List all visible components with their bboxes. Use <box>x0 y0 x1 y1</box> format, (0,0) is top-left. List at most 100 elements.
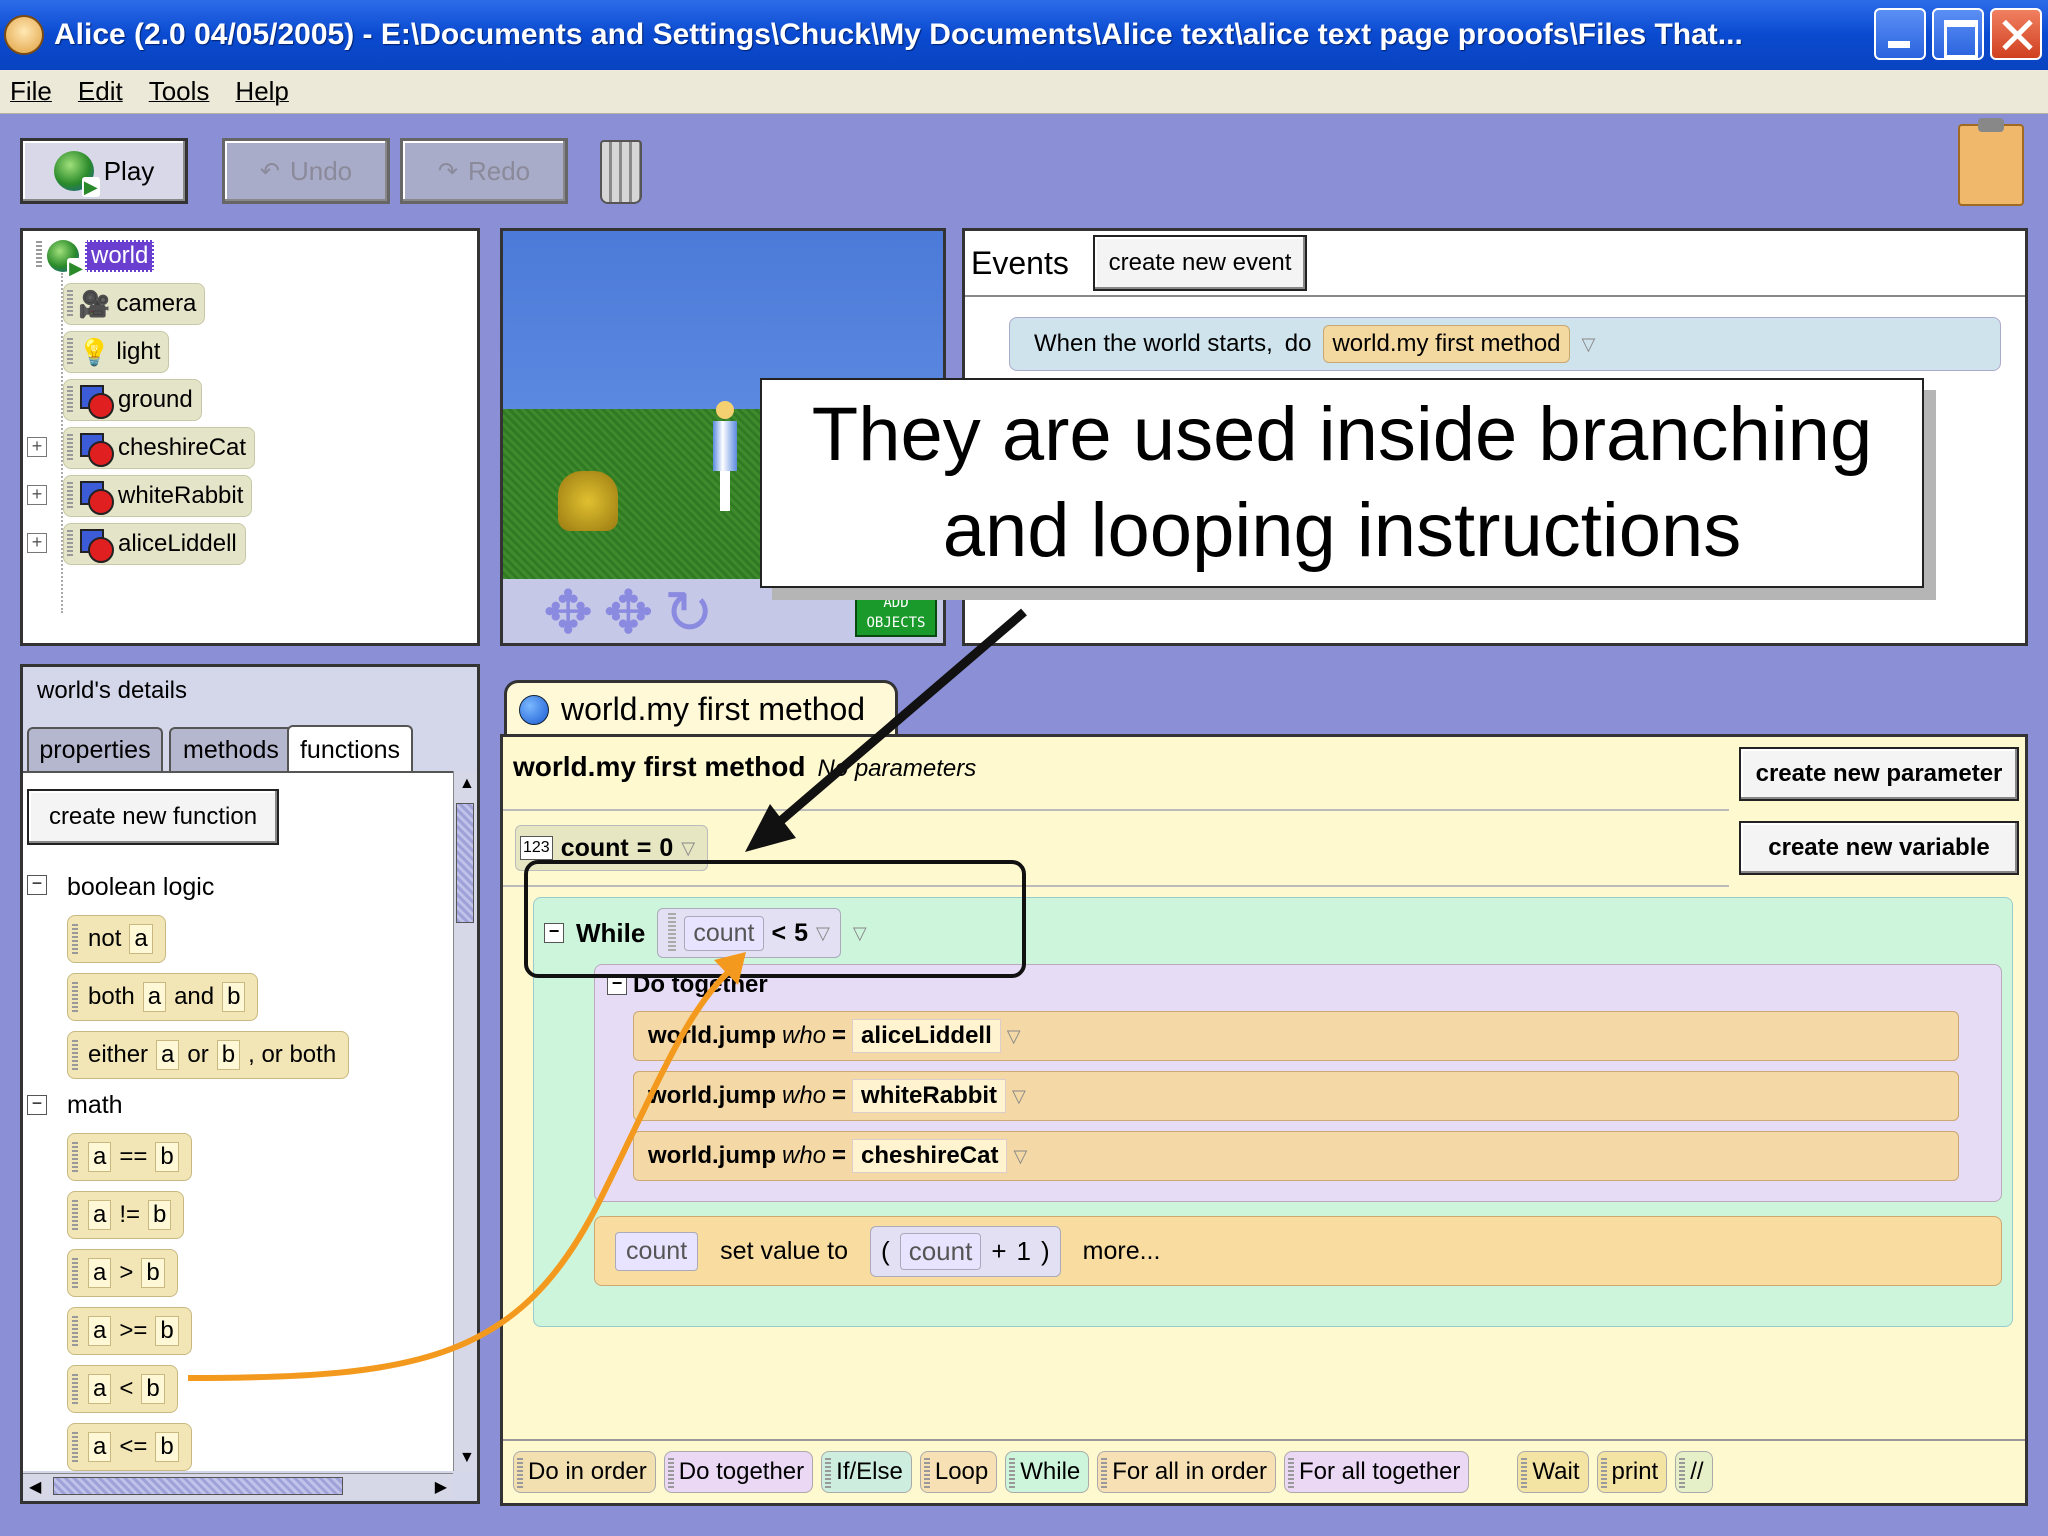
category-math[interactable]: math <box>67 1091 123 1120</box>
set-value-statement[interactable]: count set value to ( count + 1 ) more... <box>594 1216 2002 1286</box>
function-both-and[interactable]: both a and b <box>67 973 259 1021</box>
expression-number[interactable]: 1 <box>1017 1236 1031 1267</box>
functions-horizontal-scrollbar[interactable]: ◀ ▶ <box>23 1473 453 1499</box>
scrollbar-thumb[interactable] <box>53 1477 343 1495</box>
menu-tools[interactable]: Tools <box>149 76 210 107</box>
control-do-together[interactable]: Do together <box>663 1451 814 1493</box>
functions-list: create new function − boolean logic not … <box>23 771 453 1471</box>
tree-item-cheshirecat[interactable]: cheshireCat <box>63 427 256 469</box>
camera-nav-arrows[interactable]: ✥ ✥ ↻ <box>543 583 714 643</box>
expand-cheshirecat-icon[interactable]: + <box>27 437 47 457</box>
control-wait[interactable]: Wait <box>1517 1451 1589 1493</box>
jump-target[interactable]: whiteRabbit <box>852 1079 1007 1113</box>
function-either-or[interactable]: either a or b , or both <box>67 1031 350 1079</box>
function-not-equals[interactable]: a != b <box>67 1191 185 1239</box>
annotation-callout: They are used inside branching and loopi… <box>760 378 1924 588</box>
jump-statement[interactable]: world.jump who = aliceLiddell ▽ <box>633 1011 1959 1061</box>
create-new-event-button[interactable]: create new event <box>1093 235 1307 291</box>
divider <box>965 295 2025 297</box>
control-loop[interactable]: Loop <box>919 1451 998 1493</box>
scroll-left-icon[interactable]: ◀ <box>29 1477 41 1497</box>
window-title: Alice (2.0 04/05/2005) - E:\Documents an… <box>54 18 1743 51</box>
chevron-down-icon[interactable]: ▽ <box>1582 334 1596 355</box>
function-greater-or-equal[interactable]: a >= b <box>67 1307 192 1355</box>
control-if-else[interactable]: If/Else <box>821 1451 912 1493</box>
control-print[interactable]: print <box>1596 1451 1668 1493</box>
expression-variable[interactable]: count <box>899 1232 982 1270</box>
create-new-parameter-button[interactable]: create new parameter <box>1739 747 2019 801</box>
chevron-down-icon[interactable]: ▽ <box>681 838 695 859</box>
rotate-arrows-icon[interactable]: ↻ <box>664 583 714 643</box>
trash-icon[interactable] <box>600 140 642 204</box>
jump-target[interactable]: aliceLiddell <box>852 1019 1001 1053</box>
variable-value[interactable]: 0 <box>659 834 673 863</box>
chevron-down-icon[interactable]: ▽ <box>1007 1026 1021 1047</box>
expand-whiterabbit-icon[interactable]: + <box>27 485 47 505</box>
tree-item-whiterabbit[interactable]: whiteRabbit <box>63 475 253 517</box>
minimize-button[interactable] <box>1874 8 1926 60</box>
control-while[interactable]: While <box>1005 1451 1090 1493</box>
collapse-do-together-icon[interactable]: − <box>607 974 627 995</box>
pan-arrows-icon[interactable]: ✥ <box>603 583 653 643</box>
menu-help[interactable]: Help <box>235 76 288 107</box>
tab-functions[interactable]: functions <box>287 725 413 773</box>
function-less-or-equal[interactable]: a <= b <box>67 1423 192 1471</box>
scroll-up-icon[interactable]: ▲ <box>459 775 475 793</box>
control-for-all-in-order[interactable]: For all in order <box>1097 1451 1276 1493</box>
tree-item-light[interactable]: 💡 light <box>63 331 170 373</box>
jump-statement[interactable]: world.jump who = cheshireCat ▽ <box>633 1131 1959 1181</box>
redo-icon: ↷ <box>437 157 458 185</box>
add-objects-button[interactable]: ADD OBJECTS <box>855 587 937 637</box>
functions-vertical-scrollbar[interactable]: ▲ ▼ <box>453 771 477 1471</box>
function-less-than[interactable]: a < b <box>67 1365 178 1413</box>
jump-statement[interactable]: world.jump who = whiteRabbit ▽ <box>633 1071 1959 1121</box>
maximize-button[interactable] <box>1932 8 1984 60</box>
tree-item-ground[interactable]: ground <box>63 379 202 421</box>
tree-item-aliceliddell[interactable]: aliceLiddell <box>63 523 246 565</box>
redo-button[interactable]: ↷ Redo <box>400 138 568 204</box>
move-arrows-icon[interactable]: ✥ <box>543 583 593 643</box>
do-together-block[interactable]: − Do together world.jump who = aliceLidd… <box>594 964 2002 1202</box>
scroll-right-icon[interactable]: ▶ <box>435 1477 447 1497</box>
callout-line-1: They are used inside branching <box>811 392 1873 477</box>
chevron-down-icon[interactable]: ▽ <box>1012 1086 1026 1107</box>
expand-aliceliddell-icon[interactable]: + <box>27 533 47 553</box>
control-for-all-together[interactable]: For all together <box>1284 1451 1470 1493</box>
create-new-variable-button[interactable]: create new variable <box>1739 821 2019 875</box>
event-method-dropdown[interactable]: world.my first method <box>1323 325 1570 363</box>
method-editor-tab[interactable]: world.my first method <box>504 680 898 736</box>
control-[interactable]: // <box>1675 1451 1713 1493</box>
tab-properties[interactable]: properties <box>27 727 163 771</box>
function-equals[interactable]: a == b <box>67 1133 192 1181</box>
menu-edit[interactable]: Edit <box>78 76 123 107</box>
set-variable[interactable]: count <box>615 1231 699 1271</box>
create-new-function-button[interactable]: create new function <box>27 789 279 845</box>
function-not[interactable]: not a <box>67 915 166 963</box>
jump-target[interactable]: cheshireCat <box>852 1139 1008 1173</box>
collapse-math-icon[interactable]: − <box>27 1094 47 1115</box>
details-title: world's details <box>37 677 187 704</box>
category-boolean-logic[interactable]: boolean logic <box>67 873 214 902</box>
method-params: No parameters <box>817 755 977 782</box>
play-button[interactable]: Play <box>20 138 188 204</box>
clipboard-icon[interactable] <box>1958 118 2024 206</box>
method-name: world.my first method <box>513 751 806 782</box>
events-title: Events <box>971 245 1069 281</box>
tree-item-camera[interactable]: 🎥 camera <box>63 283 206 325</box>
menu-file[interactable]: File <box>10 76 52 107</box>
scrollbar-thumb[interactable] <box>456 803 474 923</box>
event-row[interactable]: When the world starts, do world.my first… <box>1009 317 2001 371</box>
tree-item-label: camera <box>116 290 197 317</box>
collapse-boolean-logic-icon[interactable]: − <box>27 874 47 895</box>
tab-methods[interactable]: methods <box>169 727 293 771</box>
close-button[interactable] <box>1990 8 2042 60</box>
set-expression[interactable]: ( count + 1 ) <box>870 1225 1061 1277</box>
more-dropdown[interactable]: more... <box>1083 1237 1161 1266</box>
chevron-down-icon[interactable]: ▽ <box>1013 1146 1027 1167</box>
undo-button[interactable]: ↶ Undo <box>222 138 390 204</box>
tree-item-world[interactable]: world <box>33 235 162 278</box>
scroll-down-icon[interactable]: ▼ <box>459 1449 475 1467</box>
redo-label: Redo <box>467 155 531 186</box>
control-do-in-order[interactable]: Do in order <box>513 1451 656 1493</box>
function-greater-than[interactable]: a > b <box>67 1249 178 1297</box>
